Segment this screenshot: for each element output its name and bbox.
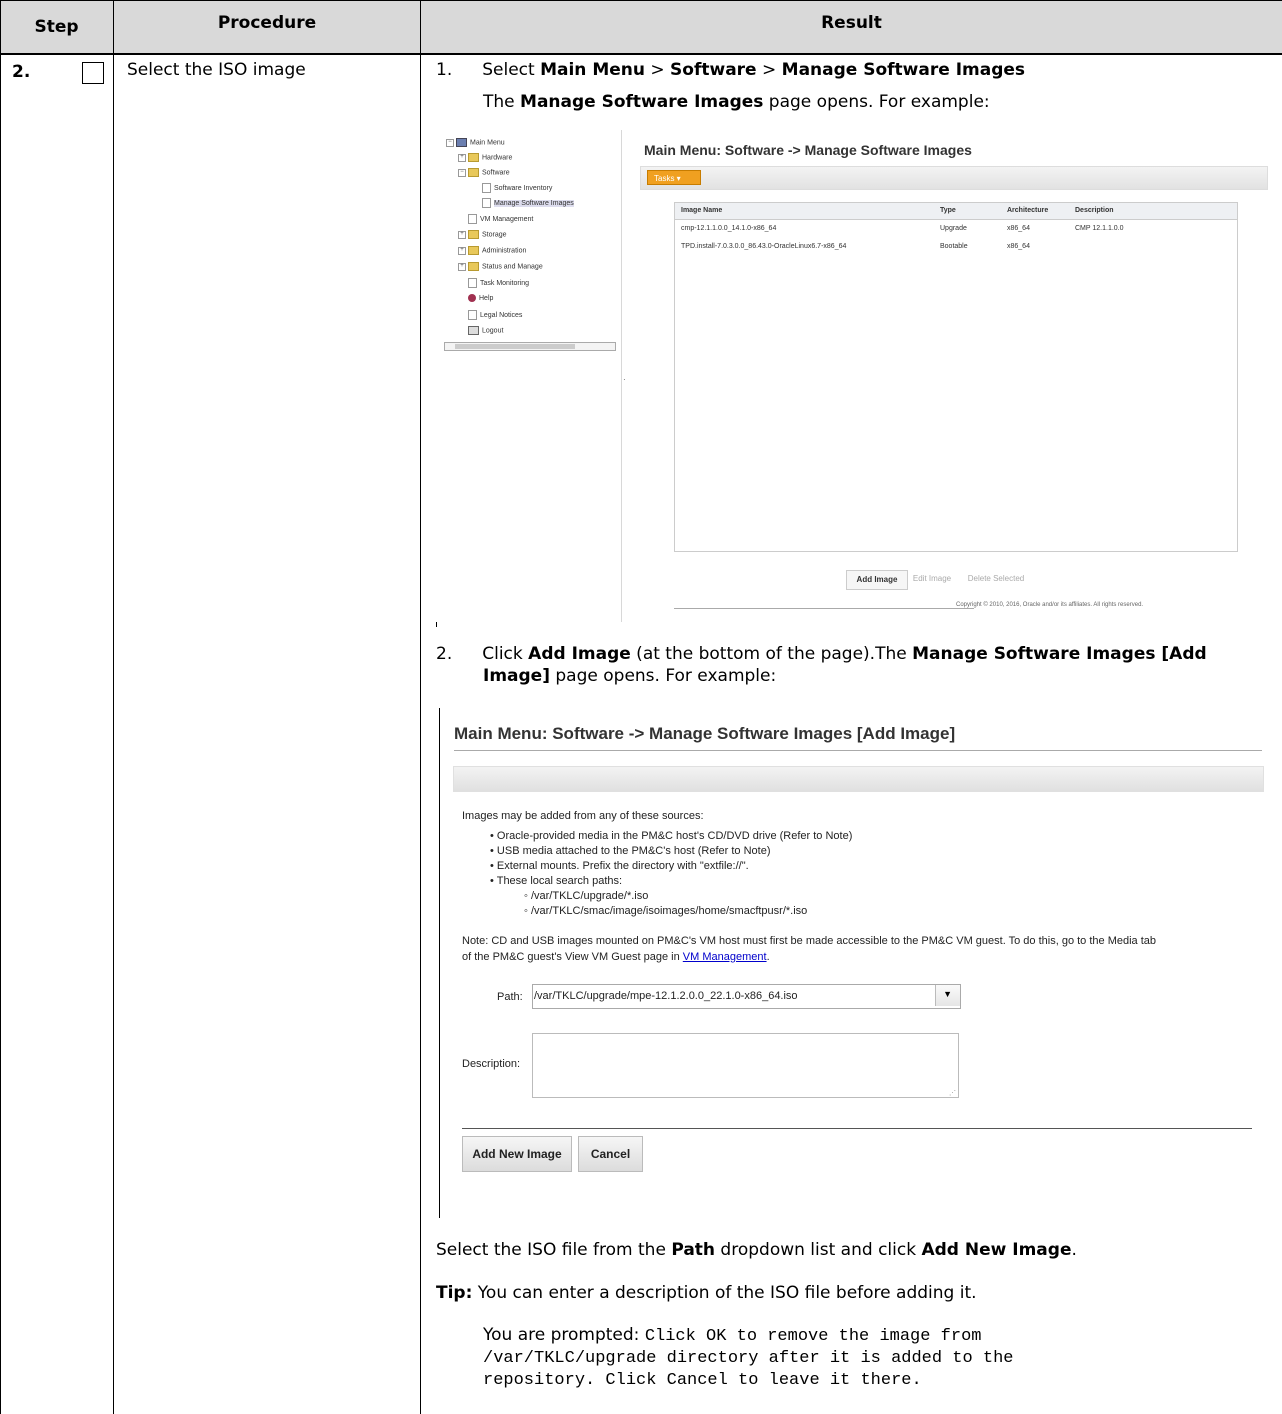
list-item: • USB media attached to the PM&C's host … — [490, 845, 771, 857]
table-row[interactable]: cmp-12.1.1.0.0_14.1.0-x86_64 Upgrade x86… — [675, 223, 1237, 237]
tree-item-manage-software-images[interactable]: Manage Software Images — [482, 198, 574, 208]
tree-item-task-monitoring[interactable]: Task Monitoring — [468, 278, 529, 288]
ss1-page-title: Main Menu: Software -> Manage Software I… — [644, 142, 972, 158]
table-row[interactable]: TPD.install-7.0.3.0.0_86.43.0-OracleLinu… — [675, 241, 1237, 255]
add-image-button[interactable]: Add Image — [846, 570, 908, 590]
chevron-down-icon: ▼ — [943, 989, 952, 999]
description-label: Description: — [462, 1058, 521, 1070]
ss1-toolbar — [640, 166, 1268, 190]
tree-item-main-menu[interactable]: − Main Menu — [446, 138, 505, 147]
list-item: • External mounts. Prefix the directory … — [490, 860, 749, 872]
ss2-toolbar — [453, 766, 1264, 792]
screenshot-manage-software-images: − Main Menu + Hardware − Software Software … — [436, 130, 1274, 627]
tree-item-vm-management[interactable]: VM Management — [468, 214, 533, 224]
note-line-1: Note: CD and USB images mounted on PM&C'… — [462, 935, 1156, 947]
chevron-down-icon: ▾ — [674, 174, 681, 183]
path-dropdown[interactable]: /var/TKLC/upgrade/mpe-12.1.2.0.0_22.1.0-… — [532, 984, 961, 1009]
list-item: ◦ /var/TKLC/smac/image/isoimages/home/sm… — [524, 905, 808, 917]
add-new-image-button[interactable]: Add New Image — [462, 1136, 572, 1172]
resize-handle-icon: ⋰ — [949, 1090, 956, 1097]
result-item-1-sub: The Manage Software Images page opens. F… — [483, 92, 990, 112]
col-header-image-name[interactable]: Image Name — [681, 207, 722, 214]
path-label: Path: — [497, 991, 523, 1003]
ss2-page-title: Main Menu: Software -> Manage Software I… — [454, 724, 956, 743]
step-number: 2. — [12, 62, 31, 82]
tree-item-logout[interactable]: Logout — [468, 326, 503, 335]
main-menu-tree: − Main Menu + Hardware − Software Software … — [436, 130, 626, 622]
tree-item-software-inventory[interactable]: Software Inventory — [482, 183, 552, 193]
tip-text: Tip: You can enter a description of the … — [436, 1283, 977, 1303]
tree-item-help[interactable]: Help — [468, 294, 493, 302]
tree-item-status-and-manage[interactable]: + Status and Manage — [458, 262, 543, 271]
tree-item-hardware[interactable]: + Hardware — [458, 153, 512, 162]
images-table: Image Name Type Architecture Description… — [674, 202, 1238, 552]
ss1-copyright: Copyright © 2010, 2016, Oracle and/or it… — [956, 602, 1144, 608]
list-item: ◦ /var/TKLC/upgrade/*.iso — [524, 890, 649, 902]
vm-management-link[interactable]: VM Management — [683, 951, 767, 963]
header-step: Step — [34, 17, 79, 37]
tree-item-software[interactable]: − Software — [458, 168, 510, 177]
col-header-description[interactable]: Description — [1075, 207, 1114, 214]
screenshot-add-image-form: Main Menu: Software -> Manage Software I… — [439, 708, 1275, 1218]
cancel-button[interactable]: Cancel — [578, 1136, 643, 1172]
list-item: • Oracle-provided media in the PM&C host… — [490, 830, 853, 842]
header-result: Result — [821, 13, 882, 33]
tasks-button[interactable]: Tasks ▾ — [647, 170, 701, 185]
result-item-1: 1. Select Main Menu > Software > Manage S… — [436, 60, 1026, 80]
tree-item-administration[interactable]: + Administration — [458, 246, 526, 255]
edit-image-button[interactable]: Edit Image — [910, 570, 954, 588]
tree-item-legal-notices[interactable]: Legal Notices — [468, 310, 522, 320]
tree-horizontal-scrollbar[interactable] — [444, 342, 616, 351]
delete-selected-button[interactable]: Delete Selected — [956, 570, 1036, 588]
procedure-text: Select the ISO image — [127, 60, 306, 80]
logout-icon — [468, 326, 479, 335]
help-icon — [468, 294, 476, 302]
step-checkbox[interactable] — [82, 62, 104, 84]
header-procedure: Procedure — [217, 13, 317, 33]
note-line-2: of the PM&C guest's View VM Guest page i… — [462, 951, 770, 963]
sources-intro: Images may be added from any of these so… — [462, 810, 704, 822]
collapse-pane-handle[interactable]: · — [623, 376, 627, 384]
description-textarea[interactable]: ⋰ — [532, 1033, 959, 1098]
col-header-architecture[interactable]: Architecture — [1007, 207, 1048, 214]
result-item-2: 2. Click Add Image (at the bottom of the … — [436, 644, 1207, 686]
prompt-text: You are prompted: Click OK to remove the… — [483, 1325, 1014, 1390]
select-iso-instruction: Select the ISO file from the Path dropdo… — [436, 1240, 1077, 1260]
list-item: • These local search paths: — [490, 875, 623, 887]
col-header-type[interactable]: Type — [940, 207, 956, 214]
tree-item-storage[interactable]: + Storage — [458, 230, 507, 239]
